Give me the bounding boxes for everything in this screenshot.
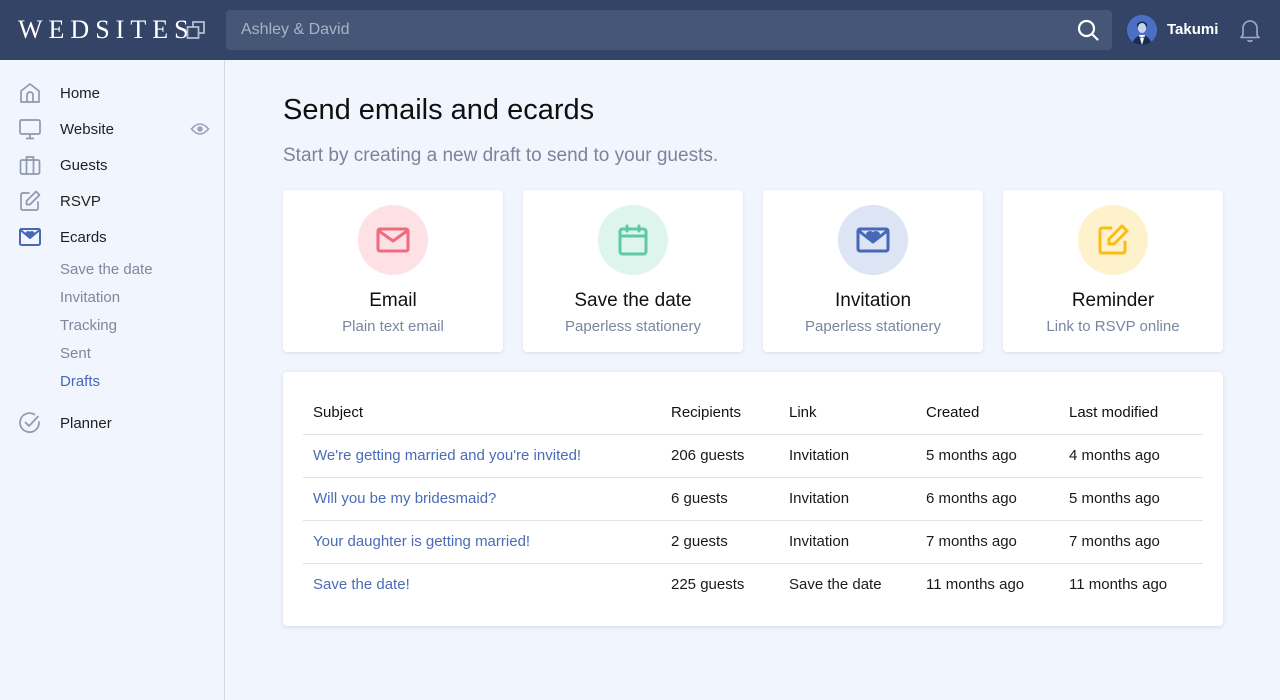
card-icon-circle: [1078, 205, 1148, 275]
avatar[interactable]: [1127, 15, 1157, 45]
card-title: Reminder: [1071, 290, 1155, 311]
card-title: Invitation: [834, 290, 912, 311]
draft-recipients: 2 guests: [661, 520, 779, 564]
table-header-row: Subject Recipients Link Created Last mod…: [303, 392, 1203, 435]
top-bar: WEDSITES Takumi: [0, 0, 1280, 60]
card-icon-circle: [358, 205, 428, 275]
sidebar-subitem-sent[interactable]: Sent: [60, 345, 91, 362]
draft-created: 6 months ago: [916, 477, 1059, 521]
table-row[interactable]: Will you be my bridesmaid? 6 guests Invi…: [303, 477, 1203, 521]
drafts-table: Subject Recipients Link Created Last mod…: [303, 392, 1203, 606]
sidebar-item-label: Planner: [60, 414, 112, 432]
draft-created: 7 months ago: [916, 520, 1059, 564]
draft-recipients: 6 guests: [661, 477, 779, 521]
table-row[interactable]: Your daughter is getting married! 2 gues…: [303, 520, 1203, 564]
home-icon: [20, 83, 40, 103]
card-title: Email: [369, 290, 417, 311]
column-header-created[interactable]: Created: [916, 392, 1059, 435]
sidebar-item-label: Guests: [60, 156, 108, 174]
draft-recipients: 206 guests: [661, 434, 779, 478]
sidebar-subitem-save-the-date[interactable]: Save the date: [60, 261, 153, 278]
card-subtitle: Link to RSVP online: [1046, 318, 1180, 335]
monitor-icon: [19, 119, 41, 140]
card-icon-circle: [598, 205, 668, 275]
sidebar-item-label: Ecards: [60, 228, 107, 246]
edit-icon: [1098, 224, 1129, 255]
draft-link-type: Invitation: [779, 477, 916, 521]
draft-link-type: Invitation: [779, 520, 916, 564]
switch-site-icon[interactable]: [186, 20, 206, 40]
table-row[interactable]: We're getting married and you're invited…: [303, 434, 1203, 478]
sidebar-item-planner[interactable]: Planner: [0, 405, 224, 441]
column-header-link[interactable]: Link: [779, 392, 916, 435]
check-circle-icon: [19, 412, 40, 433]
draft-subject-link[interactable]: We're getting married and you're invited…: [303, 434, 661, 478]
envelope-icon: [376, 227, 410, 253]
draft-last-modified: 11 months ago: [1069, 576, 1168, 594]
sidebar-item-guests[interactable]: Guests: [0, 147, 224, 183]
card-subtitle: Plain text email: [342, 318, 444, 335]
page-subtitle: Start by creating a new draft to send to…: [283, 145, 719, 166]
briefcase-icon: [19, 156, 41, 175]
column-header-last-modified[interactable]: Last modified: [1059, 392, 1203, 435]
calendar-icon: [618, 224, 648, 256]
card-icon-circle: [838, 205, 908, 275]
search-bar: [226, 10, 1112, 50]
heart-envelope-icon: [19, 228, 41, 246]
page-title: Send emails and ecards: [283, 94, 595, 126]
card-save-the-date[interactable]: Save the date Paperless stationery: [523, 190, 743, 352]
heart-envelope-icon: [856, 227, 890, 253]
draft-recipients: 225 guests: [671, 576, 745, 594]
user-name[interactable]: Takumi: [1167, 21, 1218, 38]
draft-subject-link[interactable]: Your daughter is getting married!: [303, 520, 661, 564]
sidebar-item-ecards[interactable]: Ecards: [0, 219, 224, 255]
sidebar: Home Website Guests RSVP Ecards Save the…: [0, 60, 225, 700]
card-reminder[interactable]: Reminder Link to RSVP online: [1003, 190, 1223, 352]
draft-subject-link[interactable]: Save the date!: [303, 563, 661, 606]
column-header-recipients[interactable]: Recipients: [661, 392, 779, 435]
draft-link-type: Invitation: [779, 434, 916, 478]
sidebar-item-website[interactable]: Website: [0, 111, 224, 147]
table-row[interactable]: Save the date! 225 guests Save the date …: [303, 563, 1203, 606]
drafts-table-panel: Subject Recipients Link Created Last mod…: [283, 372, 1223, 626]
search-input[interactable]: [226, 10, 1076, 50]
sidebar-subitem-invitation[interactable]: Invitation: [60, 289, 120, 306]
eye-icon[interactable]: [190, 119, 210, 139]
sidebar-item-label: Home: [60, 84, 101, 102]
card-subtitle: Paperless stationery: [565, 318, 701, 335]
draft-link-type: Save the date: [789, 576, 882, 594]
edit-icon: [20, 190, 41, 211]
sidebar-item-home[interactable]: Home: [0, 75, 224, 111]
sidebar-subitem-tracking[interactable]: Tracking: [60, 317, 117, 334]
card-invitation[interactable]: Invitation Paperless stationery: [763, 190, 983, 352]
card-subtitle: Paperless stationery: [805, 318, 941, 335]
column-header-subject[interactable]: Subject: [303, 392, 661, 435]
draft-created: 11 months ago: [926, 576, 1025, 594]
draft-subject-link[interactable]: Will you be my bridesmaid?: [303, 477, 661, 521]
sidebar-item-label: Website: [60, 120, 114, 138]
logo[interactable]: WEDSITES: [18, 17, 195, 43]
draft-last-modified: 4 months ago: [1059, 434, 1203, 478]
card-email[interactable]: Email Plain text email: [283, 190, 503, 352]
search-icon[interactable]: [1076, 18, 1100, 42]
card-title: Save the date: [574, 290, 692, 311]
sidebar-subitem-drafts[interactable]: Drafts: [60, 373, 100, 390]
draft-created: 5 months ago: [916, 434, 1059, 478]
sidebar-item-rsvp[interactable]: RSVP: [0, 183, 224, 219]
bell-icon[interactable]: [1238, 17, 1262, 43]
draft-last-modified: 5 months ago: [1059, 477, 1203, 521]
sidebar-item-label: RSVP: [60, 192, 101, 210]
draft-last-modified: 7 months ago: [1059, 520, 1203, 564]
